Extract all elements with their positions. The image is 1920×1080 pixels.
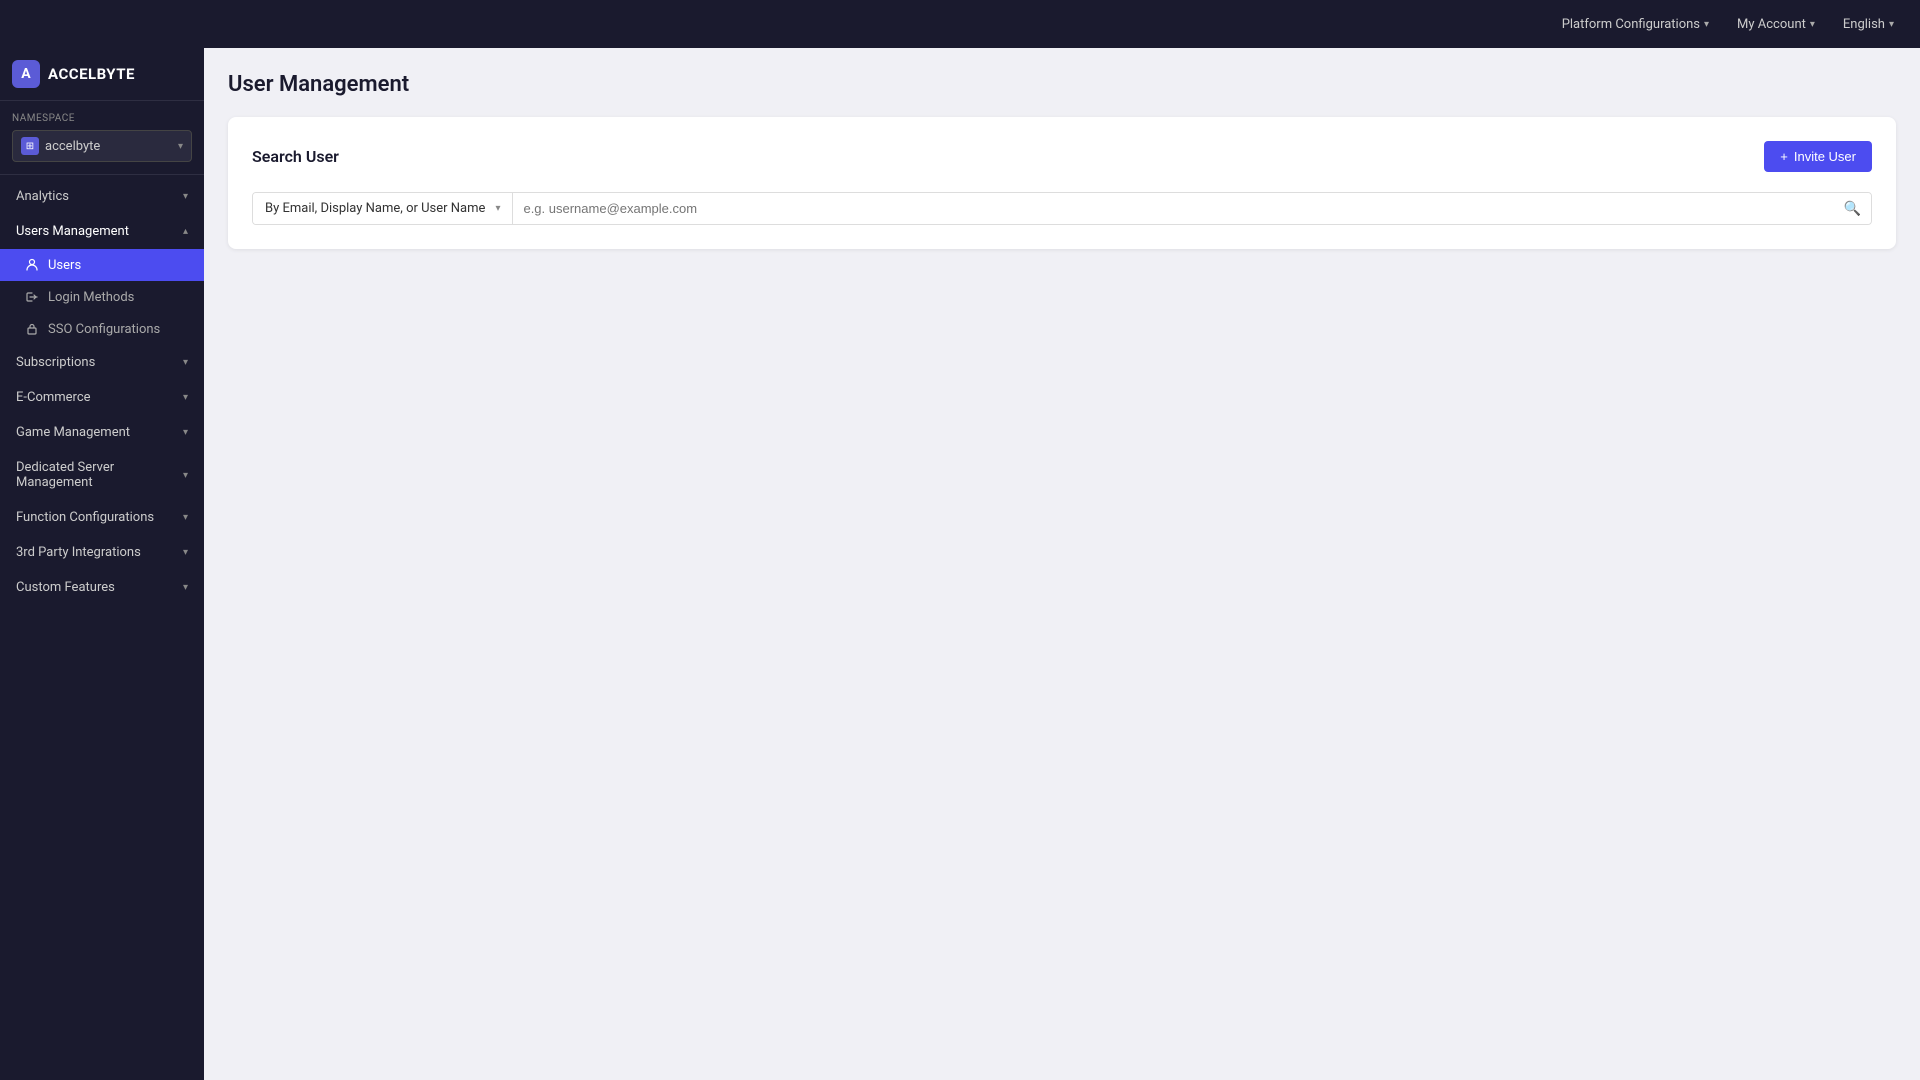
my-account-chevron: ▾: [1810, 19, 1815, 30]
logo-icon: A: [12, 60, 40, 88]
sidebar-subitem-login-methods[interactable]: Login Methods: [0, 281, 204, 313]
search-type-label: By Email, Display Name, or User Name: [265, 201, 485, 216]
game-management-label: Game Management: [16, 425, 130, 440]
dedicated-server-chevron: ▾: [183, 470, 188, 481]
login-methods-icon: [24, 289, 40, 305]
top-nav: Platform Configurations ▾ My Account ▾ E…: [0, 0, 1920, 48]
logo-text: ACCELBYTE: [48, 65, 135, 83]
3rd-party-label: 3rd Party Integrations: [16, 545, 141, 560]
sidebar-item-dedicated-server[interactable]: Dedicated Server Management ▾: [0, 450, 204, 500]
search-icon: 🔍: [1844, 201, 1861, 217]
namespace-name: accelbyte: [45, 139, 172, 154]
ecommerce-label: E-Commerce: [16, 390, 91, 405]
main-content: User Management Search User + Invite Use…: [204, 48, 1920, 1080]
language-nav[interactable]: English ▾: [1833, 11, 1904, 38]
namespace-section: NAMESPACE ⊞ accelbyte ▾: [0, 101, 204, 170]
platform-configs-nav[interactable]: Platform Configurations ▾: [1552, 11, 1719, 38]
sidebar-item-custom-features[interactable]: Custom Features ▾: [0, 570, 204, 605]
sidebar-item-3rd-party[interactable]: 3rd Party Integrations ▾: [0, 535, 204, 570]
invite-btn-label: Invite User: [1794, 149, 1856, 164]
3rd-party-chevron: ▾: [183, 547, 188, 558]
subscriptions-chevron: ▾: [183, 357, 188, 368]
layout: A ACCELBYTE NAMESPACE ⊞ accelbyte ▾ Anal…: [0, 48, 1920, 1080]
platform-configs-label: Platform Configurations: [1562, 17, 1700, 32]
game-management-chevron: ▾: [183, 427, 188, 438]
namespace-select[interactable]: ⊞ accelbyte ▾: [12, 130, 192, 162]
search-type-chevron: ▾: [495, 203, 500, 214]
my-account-label: My Account: [1737, 17, 1806, 32]
dedicated-server-label: Dedicated Server Management: [16, 460, 183, 490]
namespace-icon: ⊞: [21, 137, 39, 155]
users-sub-icon: [24, 257, 40, 273]
users-management-chevron: ▴: [183, 226, 188, 237]
search-input[interactable]: [523, 193, 1843, 224]
sidebar-subitem-users[interactable]: Users: [0, 249, 204, 281]
search-input-wrap: 🔍: [513, 193, 1871, 224]
function-configs-label: Function Configurations: [16, 510, 154, 525]
search-card: Search User + Invite User By Email, Disp…: [228, 117, 1896, 249]
custom-features-label: Custom Features: [16, 580, 115, 595]
sidebar-item-ecommerce[interactable]: E-Commerce ▾: [0, 380, 204, 415]
my-account-nav[interactable]: My Account ▾: [1727, 11, 1825, 38]
users-sub-label: Users: [48, 258, 81, 273]
function-configs-chevron: ▾: [183, 512, 188, 523]
sidebar-subitem-sso[interactable]: SSO Configurations: [0, 313, 204, 345]
sso-label: SSO Configurations: [48, 322, 160, 337]
sidebar-item-subscriptions[interactable]: Subscriptions ▾: [0, 345, 204, 380]
search-row: By Email, Display Name, or User Name ▾ 🔍: [252, 192, 1872, 225]
analytics-label: Analytics: [16, 189, 69, 204]
invite-btn-icon: +: [1780, 149, 1788, 164]
sso-icon: [24, 321, 40, 337]
platform-configs-chevron: ▾: [1704, 19, 1709, 30]
language-label: English: [1843, 17, 1885, 32]
analytics-chevron: ▾: [183, 191, 188, 202]
sidebar-item-users-management[interactable]: Users Management ▴: [0, 214, 204, 249]
invite-user-button[interactable]: + Invite User: [1764, 141, 1872, 172]
search-card-title: Search User: [252, 147, 339, 166]
subscriptions-label: Subscriptions: [16, 355, 95, 370]
custom-features-chevron: ▾: [183, 582, 188, 593]
ecommerce-chevron: ▾: [183, 392, 188, 403]
namespace-label: NAMESPACE: [12, 113, 192, 124]
logo-area: A ACCELBYTE: [0, 48, 204, 101]
login-methods-label: Login Methods: [48, 290, 134, 305]
search-type-dropdown[interactable]: By Email, Display Name, or User Name ▾: [253, 193, 513, 224]
language-chevron: ▾: [1889, 19, 1894, 30]
page-title: User Management: [228, 72, 1896, 97]
sidebar: A ACCELBYTE NAMESPACE ⊞ accelbyte ▾ Anal…: [0, 48, 204, 1080]
namespace-chevron: ▾: [178, 141, 183, 152]
sidebar-divider-1: [0, 174, 204, 175]
sidebar-item-game-management[interactable]: Game Management ▾: [0, 415, 204, 450]
sidebar-item-analytics[interactable]: Analytics ▾: [0, 179, 204, 214]
sidebar-item-function-configs[interactable]: Function Configurations ▾: [0, 500, 204, 535]
search-card-header: Search User + Invite User: [252, 141, 1872, 172]
users-management-label: Users Management: [16, 224, 129, 239]
